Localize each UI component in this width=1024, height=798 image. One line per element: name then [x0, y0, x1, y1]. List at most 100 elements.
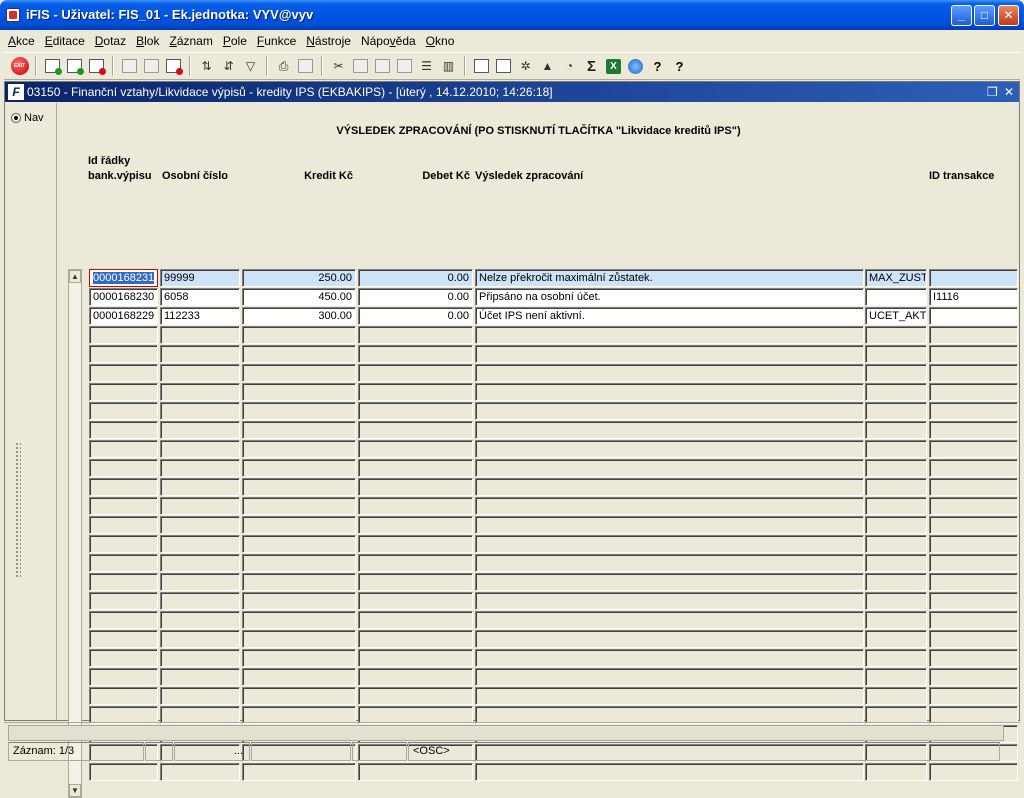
cell-transakce[interactable] [929, 364, 1018, 382]
cell-kredit[interactable] [242, 440, 356, 458]
cell-id[interactable] [89, 364, 158, 382]
cell-vysledek[interactable]: Nelze překročit maximální zůstatek. [475, 269, 864, 287]
cell-kredit[interactable] [242, 326, 356, 344]
cell-kod[interactable] [865, 535, 927, 553]
cell-transakce[interactable] [929, 611, 1018, 629]
menu-nástroje[interactable]: Nástroje [306, 34, 351, 48]
cell-vysledek[interactable] [475, 440, 864, 458]
cell-osobni[interactable] [160, 402, 240, 420]
cell-transakce[interactable] [929, 307, 1018, 325]
cell-vysledek[interactable] [475, 630, 864, 648]
cell-vysledek[interactable] [475, 516, 864, 534]
cell-kredit[interactable] [242, 668, 356, 686]
menu-pole[interactable]: Pole [223, 34, 247, 48]
cell-id[interactable] [89, 326, 158, 344]
cell-kod[interactable] [865, 516, 927, 534]
cell-vysledek[interactable] [475, 421, 864, 439]
exit-button[interactable]: EXIT [10, 57, 29, 76]
triangle-button[interactable]: ▲ [538, 57, 557, 76]
cell-id[interactable] [89, 440, 158, 458]
cell-id[interactable] [89, 649, 158, 667]
cell-osobni[interactable] [160, 326, 240, 344]
cell-kod[interactable] [865, 402, 927, 420]
cell-transakce[interactable] [929, 440, 1018, 458]
cell-kredit[interactable] [242, 497, 356, 515]
cell-kredit[interactable] [242, 630, 356, 648]
cell-osobni[interactable] [160, 611, 240, 629]
cell-osobni[interactable]: 99999 [160, 269, 240, 287]
cell-id[interactable]: 0000168229 [89, 307, 158, 325]
vertical-scrollbar[interactable]: ▲ ▼ [68, 269, 82, 798]
menu-dotaz[interactable]: Dotaz [95, 34, 126, 48]
cell-osobni[interactable] [160, 478, 240, 496]
cell-kredit[interactable] [242, 535, 356, 553]
cell-osobni[interactable] [160, 383, 240, 401]
cell-kredit[interactable] [242, 383, 356, 401]
print-button[interactable]: ⎙ [274, 57, 293, 76]
sum-button[interactable]: Σ [582, 57, 601, 76]
sort-ascending-button[interactable]: ⇅ [197, 57, 216, 76]
cell-id[interactable] [89, 687, 158, 705]
cell-kredit[interactable]: 450.00 [242, 288, 356, 306]
cell-transakce[interactable] [929, 478, 1018, 496]
cell-kod[interactable] [865, 421, 927, 439]
cell-kod[interactable] [865, 687, 927, 705]
cell-debet[interactable] [358, 383, 473, 401]
menu-editace[interactable]: Editace [45, 34, 85, 48]
cell-transakce[interactable] [929, 573, 1018, 591]
find-button[interactable] [395, 57, 414, 76]
cell-vysledek[interactable] [475, 573, 864, 591]
cell-transakce[interactable] [929, 516, 1018, 534]
cell-id[interactable] [89, 459, 158, 477]
cell-osobni[interactable] [160, 668, 240, 686]
cell-kredit[interactable] [242, 592, 356, 610]
scroll-up-icon[interactable]: ▲ [69, 270, 81, 283]
cell-debet[interactable]: 0.00 [358, 269, 473, 287]
cell-kod[interactable] [865, 668, 927, 686]
copy-button[interactable] [351, 57, 370, 76]
cell-debet[interactable] [358, 592, 473, 610]
cell-debet[interactable] [358, 421, 473, 439]
cell-id[interactable] [89, 573, 158, 591]
cell-osobni[interactable] [160, 630, 240, 648]
print-preview-button[interactable] [296, 57, 315, 76]
cell-vysledek[interactable] [475, 383, 864, 401]
cell-id[interactable] [89, 516, 158, 534]
cell-id[interactable] [89, 554, 158, 572]
cell-id[interactable] [89, 421, 158, 439]
cell-debet[interactable] [358, 649, 473, 667]
calculator-button[interactable] [472, 57, 491, 76]
cell-debet[interactable]: 0.00 [358, 307, 473, 325]
cell-osobni[interactable] [160, 687, 240, 705]
cell-debet[interactable] [358, 402, 473, 420]
cell-vysledek[interactable] [475, 687, 864, 705]
cell-kod[interactable] [865, 478, 927, 496]
close-form-icon[interactable]: ✕ [1004, 82, 1014, 102]
columns-button[interactable]: ▥ [439, 57, 458, 76]
cell-transakce[interactable] [929, 345, 1018, 363]
cell-kredit[interactable] [242, 573, 356, 591]
cell-osobni[interactable] [160, 459, 240, 477]
cell-kredit[interactable] [242, 421, 356, 439]
cell-id[interactable] [89, 592, 158, 610]
cell-transakce[interactable] [929, 668, 1018, 686]
cell-kod[interactable] [865, 383, 927, 401]
cell-debet[interactable] [358, 459, 473, 477]
cell-kredit[interactable]: 250.00 [242, 269, 356, 287]
cell-osobni[interactable]: 6058 [160, 288, 240, 306]
minimize-button[interactable]: _ [951, 5, 972, 26]
insert-record-button[interactable] [43, 57, 62, 76]
filter-button[interactable]: ▽ [241, 57, 260, 76]
cell-vysledek[interactable] [475, 592, 864, 610]
cell-kredit[interactable] [242, 345, 356, 363]
cell-vysledek[interactable] [475, 535, 864, 553]
cell-osobni[interactable] [160, 497, 240, 515]
cell-debet[interactable] [358, 554, 473, 572]
menu-nápověda[interactable]: Nápověda [361, 34, 416, 48]
cell-vysledek[interactable] [475, 345, 864, 363]
cell-id[interactable]: 0000168231 [89, 269, 158, 287]
cell-vysledek[interactable] [475, 611, 864, 629]
cell-kod[interactable] [865, 459, 927, 477]
cell-transakce[interactable] [929, 649, 1018, 667]
cell-transakce[interactable] [929, 497, 1018, 515]
